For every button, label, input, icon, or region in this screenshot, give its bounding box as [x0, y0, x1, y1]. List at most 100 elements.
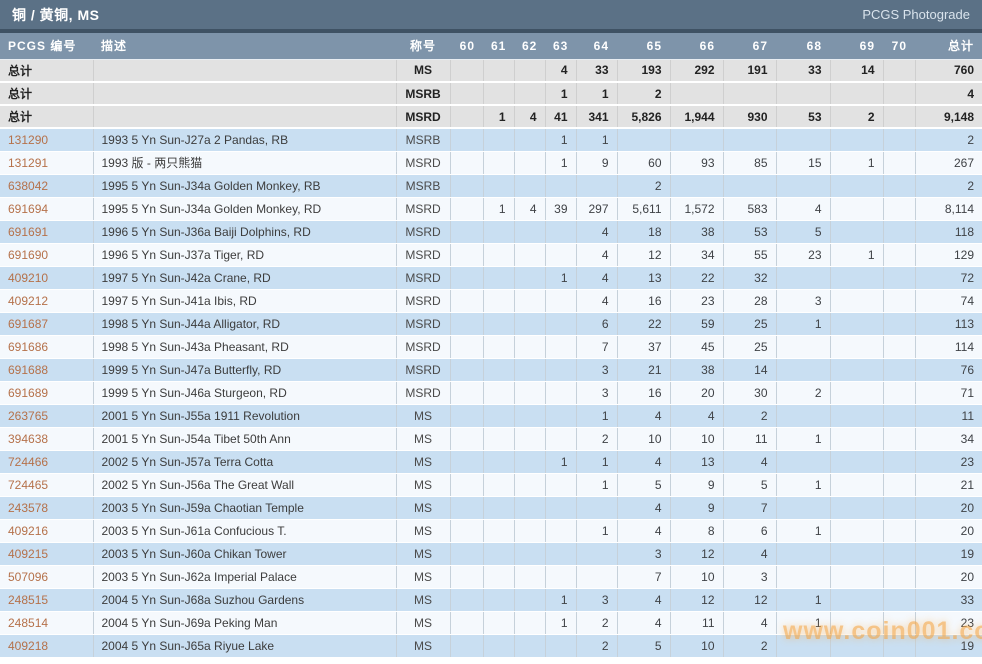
- header-grade-64: 64: [576, 33, 617, 59]
- pcgs-number-link[interactable]: 507096: [0, 565, 93, 588]
- pcgs-number-link[interactable]: 691687: [0, 312, 93, 335]
- grade-70-count-cell: [883, 427, 915, 450]
- grade-61-count-cell: [483, 82, 514, 105]
- pcgs-number-link[interactable]: 248515: [0, 588, 93, 611]
- grade-65-count-cell: [617, 128, 670, 151]
- pcgs-number-link[interactable]: 248514: [0, 611, 93, 634]
- pcgs-number-link[interactable]: 409215: [0, 542, 93, 565]
- grade-62-count-cell: [514, 496, 545, 519]
- grade-66-count-cell: 22: [670, 266, 723, 289]
- grade-64-count-cell: 7: [576, 335, 617, 358]
- pcgs-number-link[interactable]: 409212: [0, 289, 93, 312]
- pcgs-number-link[interactable]: 131291: [0, 151, 93, 174]
- grade-70-count-cell: [883, 634, 915, 657]
- grade-60-count-cell: [450, 220, 483, 243]
- grade-61-count-cell: [483, 151, 514, 174]
- pcgs-number-link[interactable]: 691689: [0, 381, 93, 404]
- grade-62-count-cell: [514, 634, 545, 657]
- table-header: PCGS 编号 描述 称号 60 61 62 63 64 65 66 67 68…: [0, 33, 982, 59]
- grade-68-count-cell: [776, 634, 830, 657]
- table-row: 6916861998 5 Yn Sun-J43a Pheasant, RDMSR…: [0, 335, 982, 358]
- pcgs-number-link[interactable]: 394638: [0, 427, 93, 450]
- grade-69-count-cell: [830, 128, 883, 151]
- pcgs-number-link[interactable]: 131290: [0, 128, 93, 151]
- grade-66-count-cell: 11: [670, 611, 723, 634]
- grade-61-count-cell: [483, 335, 514, 358]
- grade-60-count-cell: [450, 82, 483, 105]
- grade-69-count-cell: [830, 450, 883, 473]
- pcgs-number-link[interactable]: 691694: [0, 197, 93, 220]
- grade-60-count-cell: [450, 519, 483, 542]
- table-row: 4092162003 5 Yn Sun-J61a Confucious T.MS…: [0, 519, 982, 542]
- grade-69-count-cell: [830, 496, 883, 519]
- grade-67-count-cell: 11: [723, 427, 776, 450]
- grade-63-count-cell: 4: [545, 59, 576, 82]
- grade-68-count-cell: 5: [776, 220, 830, 243]
- grade-68-count-cell: 1: [776, 312, 830, 335]
- pcgs-number-link[interactable]: 409216: [0, 519, 93, 542]
- grade-68-count-cell: [776, 358, 830, 381]
- grade-60-count-cell: [450, 266, 483, 289]
- pcgs-photograde-link[interactable]: PCGS Photograde: [862, 7, 970, 22]
- grade-64-count-cell: [576, 565, 617, 588]
- pcgs-number-link[interactable]: 724465: [0, 473, 93, 496]
- grade-66-count-cell: [670, 82, 723, 105]
- grade-60-count-cell: [450, 289, 483, 312]
- summary-row: 总计MS4331932921913314760: [0, 59, 982, 82]
- grade-61-count-cell: [483, 404, 514, 427]
- grade-61-count-cell: [483, 496, 514, 519]
- description-cell: 2004 5 Yn Sun-J69a Peking Man: [93, 611, 396, 634]
- pcgs-number-link[interactable]: 409218: [0, 634, 93, 657]
- description-cell: 2004 5 Yn Sun-J68a Suzhou Gardens: [93, 588, 396, 611]
- grade-65-count-cell: 22: [617, 312, 670, 335]
- header-grade-70: 70: [883, 33, 915, 59]
- pcgs-number-link[interactable]: 243578: [0, 496, 93, 519]
- designation-cell: MSRD: [396, 220, 450, 243]
- grade-64-count-cell: 1: [576, 450, 617, 473]
- grade-62-count-cell: 4: [514, 105, 545, 128]
- grade-70-count-cell: [883, 220, 915, 243]
- table-row: 2485142004 5 Yn Sun-J69a Peking ManMS124…: [0, 611, 982, 634]
- description-cell: 1993 5 Yn Sun-J27a 2 Pandas, RB: [93, 128, 396, 151]
- grade-63-count-cell: [545, 427, 576, 450]
- grade-67-count-cell: 55: [723, 243, 776, 266]
- grade-70-count-cell: [883, 473, 915, 496]
- description-cell: 1998 5 Yn Sun-J43a Pheasant, RD: [93, 335, 396, 358]
- header-designation: 称号: [396, 33, 450, 59]
- grade-60-count-cell: [450, 59, 483, 82]
- grade-66-count-cell: 45: [670, 335, 723, 358]
- grade-66-count-cell: 93: [670, 151, 723, 174]
- pcgs-number-link[interactable]: 691688: [0, 358, 93, 381]
- pcgs-number-link[interactable]: 409210: [0, 266, 93, 289]
- grade-62-count-cell: [514, 358, 545, 381]
- grade-64-count-cell: 2: [576, 634, 617, 657]
- pcgs-number-link[interactable]: 638042: [0, 174, 93, 197]
- table-row: 4092101997 5 Yn Sun-J42a Crane, RDMSRD14…: [0, 266, 982, 289]
- grade-62-count-cell: [514, 266, 545, 289]
- pcgs-number-link[interactable]: 263765: [0, 404, 93, 427]
- grade-70-count-cell: [883, 312, 915, 335]
- pcgs-number-link[interactable]: 691690: [0, 243, 93, 266]
- grade-63-count-cell: 1: [545, 450, 576, 473]
- grade-69-count-cell: [830, 519, 883, 542]
- total-count-cell: 20: [915, 496, 982, 519]
- designation-cell: MSRD: [396, 358, 450, 381]
- grade-68-count-cell: [776, 335, 830, 358]
- grade-63-count-cell: [545, 289, 576, 312]
- grade-64-count-cell: 341: [576, 105, 617, 128]
- grade-65-count-cell: 18: [617, 220, 670, 243]
- pcgs-number-link[interactable]: 691686: [0, 335, 93, 358]
- grade-66-count-cell: 23: [670, 289, 723, 312]
- description-cell: 2004 5 Yn Sun-J65a Riyue Lake: [93, 634, 396, 657]
- grade-66-count-cell: 12: [670, 588, 723, 611]
- header-grade-62: 62: [514, 33, 545, 59]
- pcgs-number-link[interactable]: 724466: [0, 450, 93, 473]
- total-count-cell: 34: [915, 427, 982, 450]
- grade-64-count-cell: 3: [576, 358, 617, 381]
- grade-70-count-cell: [883, 404, 915, 427]
- grade-67-count-cell: 14: [723, 358, 776, 381]
- grade-70-count-cell: [883, 266, 915, 289]
- grade-69-count-cell: [830, 266, 883, 289]
- pcgs-number-link[interactable]: 691691: [0, 220, 93, 243]
- designation-cell: MS: [396, 588, 450, 611]
